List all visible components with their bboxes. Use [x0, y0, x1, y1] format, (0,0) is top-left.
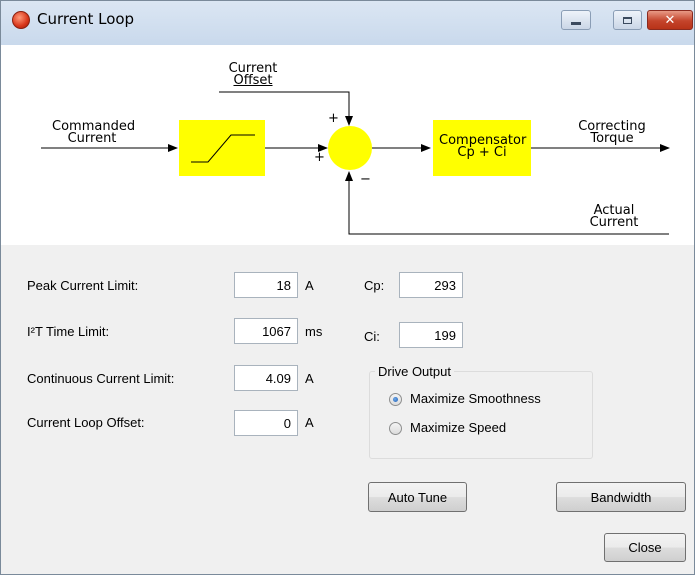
current-offset-label: Current Offset [228, 61, 278, 88]
commanded-current-label: Commanded Current [52, 119, 136, 146]
current-loop-offset-label: Current Loop Offset: [27, 415, 145, 430]
peak-current-unit: A [305, 278, 314, 293]
maximize-smoothness-label[interactable]: Maximize Smoothness [410, 391, 541, 406]
minimize-button[interactable] [561, 10, 591, 30]
offset-plus-sign: + [328, 111, 339, 126]
input-plus-sign: + [314, 150, 325, 165]
continuous-current-unit: A [305, 371, 314, 386]
current-loop-diagram: Commanded Current Current Offset Compens… [1, 45, 694, 245]
maximize-speed-radio[interactable] [389, 422, 402, 435]
correcting-torque-label: Correcting Torque [578, 119, 646, 146]
close-icon: ✕ [664, 12, 676, 28]
ci-label: Ci: [364, 329, 380, 344]
summing-junction [328, 126, 372, 170]
close-button[interactable]: Close [604, 533, 686, 562]
peak-current-limit-label: Peak Current Limit: [27, 278, 139, 293]
window-title: Current Loop [37, 10, 135, 28]
current-loop-offset-field[interactable]: 0 [234, 410, 298, 436]
compensator-label: Compensator Cp + Ci [439, 133, 527, 160]
maximize-speed-label[interactable]: Maximize Speed [410, 420, 506, 435]
continuous-current-limit-label: Continuous Current Limit: [27, 371, 175, 386]
close-window-button[interactable]: ✕ [647, 10, 693, 30]
minimize-icon [571, 22, 581, 25]
cp-field[interactable]: 293 [399, 272, 463, 298]
cp-label: Cp: [364, 278, 385, 293]
current-loop-window: Current Loop ✕ Commanded Current Current… [0, 0, 695, 575]
actual-current-label: Actual Current [589, 203, 639, 230]
bandwidth-button[interactable]: Bandwidth [556, 482, 686, 512]
i2t-time-unit: ms [305, 324, 323, 339]
peak-current-limit-field[interactable]: 18 [234, 272, 298, 298]
feedback-minus-sign: − [360, 172, 371, 187]
maximize-icon [623, 16, 632, 24]
title-bar[interactable]: Current Loop ✕ [1, 1, 694, 45]
continuous-current-limit-field[interactable]: 4.09 [234, 365, 298, 391]
limiter-block [179, 120, 265, 176]
i2t-time-limit-label: I²T Time Limit: [27, 324, 110, 339]
current-loop-offset-unit: A [305, 415, 314, 430]
app-icon [12, 11, 30, 29]
drive-output-title: Drive Output [375, 364, 454, 379]
maximize-smoothness-radio[interactable] [389, 393, 402, 406]
drive-output-group [369, 371, 593, 459]
ci-field[interactable]: 199 [399, 322, 463, 348]
i2t-time-limit-field[interactable]: 1067 [234, 318, 298, 344]
maximize-button[interactable] [613, 10, 642, 30]
auto-tune-button[interactable]: Auto Tune [368, 482, 467, 512]
